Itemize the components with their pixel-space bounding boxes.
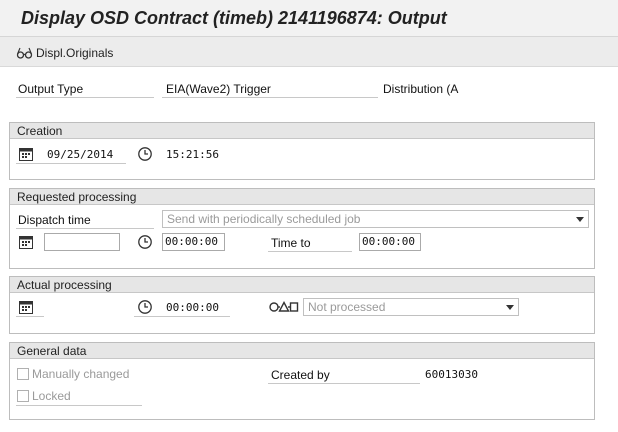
application-toolbar: Displ.Originals [0, 37, 618, 67]
created-by-value: 60013030 [425, 368, 478, 381]
status-lights-icon [269, 301, 299, 312]
calendar-icon [19, 148, 33, 161]
time-to-label: Time to [271, 236, 311, 250]
actual-time-underline [134, 316, 230, 317]
creation-date-underline [16, 163, 126, 164]
requested-time-input[interactable]: 00:00:00 [162, 233, 225, 251]
calendar-icon [19, 301, 33, 314]
actual-processing-title: Actual processing [10, 277, 594, 293]
requested-processing-title: Requested processing [10, 189, 594, 205]
time-to-input[interactable]: 00:00:00 [359, 233, 421, 251]
general-data-title: General data [10, 343, 594, 359]
chevron-down-icon [576, 217, 584, 222]
clock-icon [138, 300, 152, 314]
manually-changed-checkbox[interactable] [17, 368, 29, 380]
created-by-label: Created by [271, 368, 330, 382]
manually-changed-label: Manually changed [32, 367, 130, 381]
output-type-underline [16, 97, 154, 98]
display-originals-label: Displ.Originals [36, 46, 114, 60]
output-type-label: Output Type [18, 82, 84, 96]
locked-label: Locked [32, 389, 71, 403]
dispatch-time-value: Send with periodically scheduled job [167, 212, 361, 226]
dispatch-time-dropdown[interactable]: Send with periodically scheduled job [162, 210, 589, 228]
processing-status-dropdown[interactable]: Not processed [303, 298, 519, 316]
created-by-underline [268, 383, 420, 384]
processing-status-value: Not processed [308, 300, 386, 314]
output-type-value-underline [162, 97, 378, 98]
locked-checkbox[interactable] [17, 390, 29, 402]
creation-date: 09/25/2014 [47, 148, 114, 161]
title-bar: Display OSD Contract (timeb) 2141196874:… [0, 0, 618, 37]
dispatch-time-underline [16, 228, 154, 229]
creation-time: 15:21:56 [166, 148, 219, 161]
time-to-underline [268, 251, 352, 252]
glasses-icon [16, 47, 33, 59]
distribution-label: Distribution (A [383, 82, 459, 96]
locked-underline [16, 405, 142, 406]
chevron-down-icon [506, 305, 514, 310]
display-originals-button[interactable]: Displ.Originals [16, 44, 113, 62]
requested-date-input[interactable] [44, 233, 120, 251]
dispatch-time-label: Dispatch time [18, 213, 91, 227]
creation-group-title: Creation [10, 123, 594, 139]
page-title: Display OSD Contract (timeb) 2141196874:… [21, 8, 447, 28]
clock-icon [138, 147, 152, 161]
calendar-icon [19, 236, 33, 249]
actual-date-underline [16, 316, 44, 317]
clock-icon [138, 235, 152, 249]
output-type-value: EIA(Wave2) Trigger [166, 82, 271, 96]
actual-time: 00:00:00 [166, 301, 219, 314]
